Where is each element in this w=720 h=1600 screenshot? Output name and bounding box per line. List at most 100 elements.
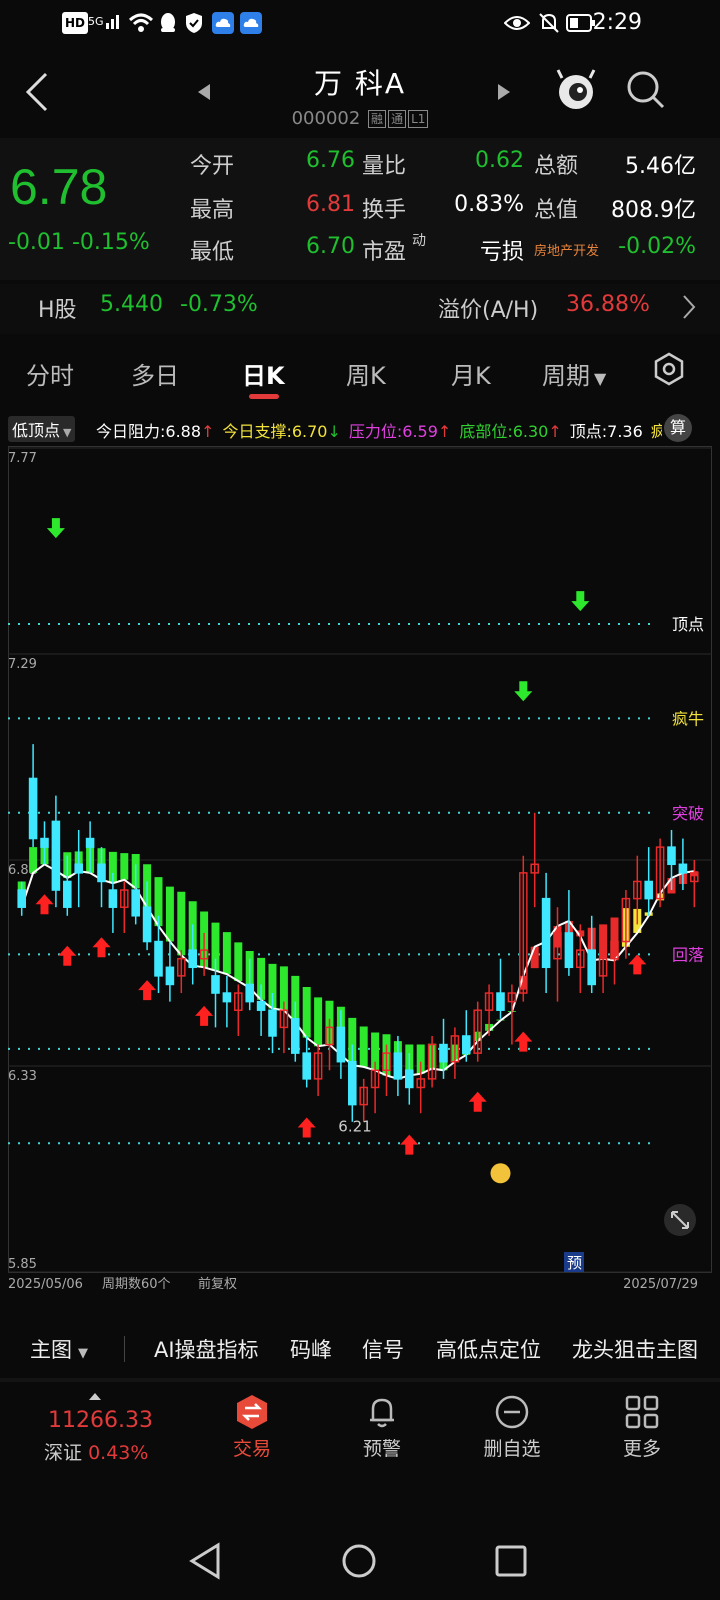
h-share-row[interactable]: H股 5.440 -0.73% 溢价(A/H) 36.88%	[0, 284, 720, 334]
toolbar-item-dragon[interactable]: 龙头狙击主图	[572, 1334, 698, 1364]
candle-body	[188, 949, 197, 969]
nav-item-alert[interactable]: 预警	[342, 1394, 422, 1461]
caret-up-icon[interactable]	[88, 1386, 102, 1405]
shield-icon	[184, 12, 204, 34]
toolbar-item-mafeng[interactable]: 码峰	[290, 1334, 332, 1364]
tab-monthly-k[interactable]: 月K	[451, 356, 491, 391]
mascot-icon[interactable]	[556, 68, 596, 116]
clock: 2:29	[592, 10, 642, 35]
caret-down-icon: ▼	[594, 369, 607, 388]
indicator-selector[interactable]: 低顶点 ▼	[8, 416, 76, 442]
caret-down-icon: ▼	[78, 1346, 88, 1361]
candle-body	[154, 940, 163, 977]
candle-body	[541, 897, 551, 969]
indicator-text: 底部位:6.30	[459, 422, 549, 441]
candle-body	[142, 906, 152, 943]
quote-panel: 6.78 -0.01 -0.15% 今开 6.76 量比 0.62 总额 5.46亿 最高 6…	[0, 138, 720, 280]
indicator-values: 今日阻力:6.88↑ 今日支撑:6.70↓ 压力位:6.59↑ 底部位:6.30↑ 顶点…	[96, 418, 662, 442]
candle-body	[256, 1000, 266, 1011]
index-name: 深证	[44, 1442, 83, 1464]
stock-code: 000002	[291, 108, 361, 129]
calc-button[interactable]: 算	[664, 414, 692, 442]
search-icon[interactable]	[626, 70, 666, 114]
tab-period-label: 周期	[542, 362, 590, 390]
connect-tag: 通	[388, 110, 407, 128]
candle-body	[28, 777, 38, 840]
indicator-selector-label: 低顶点	[12, 421, 61, 440]
candle-body	[587, 949, 596, 986]
min-price-label: 6.21	[338, 1118, 371, 1136]
candle-body	[439, 1043, 448, 1063]
system-nav-bar	[0, 1530, 720, 1600]
separator	[0, 1378, 720, 1382]
quote-value: 6.70	[306, 234, 355, 259]
quote-label: 换手	[362, 198, 407, 223]
caret-down-icon: ▼	[63, 426, 72, 439]
candle-body	[667, 846, 676, 866]
sell-arrow-icon	[46, 518, 65, 539]
battery-icon	[566, 12, 596, 34]
quote-value: 0.62	[475, 148, 524, 173]
indicator-text: 顶点:7.36	[569, 422, 643, 441]
indicator-text: 今日支撑:6.70	[222, 422, 328, 441]
chevron-right-icon[interactable]	[682, 294, 696, 326]
kline-svg[interactable]: 7.777.296.816.335.85顶点疯牛突破回落6.212025/05/…	[8, 446, 712, 1298]
level-label: 疯牛	[672, 709, 704, 728]
tab-period[interactable]: 周期 ▼	[542, 356, 606, 391]
indicator-value: 疯	[651, 422, 662, 441]
quote-value: 6.81	[306, 192, 355, 217]
quote-label: 总值	[534, 198, 579, 223]
candle-body	[63, 880, 72, 908]
tab-intraday[interactable]: 分时	[26, 356, 74, 391]
toolbar-item-ai[interactable]: AI操盘指标	[154, 1334, 259, 1364]
buy-arrow-icon	[35, 894, 54, 915]
stock-code-row: 000002 融通 L1	[0, 108, 720, 129]
tab-multi-day[interactable]: 多日	[131, 356, 179, 391]
price-change: -0.01 -0.15%	[8, 230, 150, 255]
indicator-arrow: ↑	[201, 422, 215, 441]
kline-chart[interactable]: 7.77 7.29 6.81 6.33 5.85 顶点 疯牛 突破 回落 6.21 2025/05/…	[8, 446, 712, 1298]
system-home-icon[interactable]	[340, 1542, 378, 1584]
candle-body	[40, 837, 49, 848]
grid-icon	[602, 1394, 682, 1434]
nav-item-remove-watchlist[interactable]: 删自选	[472, 1394, 552, 1461]
indicator-bar: 低顶点 ▼ 今日阻力:6.88↑ 今日支撑:6.70↓ 压力位:6.59↑ 底部位:6.…	[0, 414, 720, 444]
buy-arrow-icon	[92, 937, 111, 958]
candle-body	[131, 889, 140, 917]
premium-label: 溢价(A/H)	[438, 298, 539, 323]
indicator-arrow: ↑	[437, 422, 452, 441]
indicator-text: 压力位:6.59	[348, 422, 438, 441]
candle-body	[165, 966, 175, 986]
tab-daily-k[interactable]: 日K	[242, 356, 285, 391]
level-label: 突破	[672, 804, 704, 823]
index-pct: 0.43%	[88, 1442, 149, 1464]
hd-icon: HD	[62, 12, 89, 34]
buy-arrow-icon	[58, 945, 77, 966]
index-value[interactable]: 11266.33	[48, 1408, 153, 1433]
system-back-icon[interactable]	[188, 1542, 222, 1584]
cloud-icon	[212, 12, 234, 34]
toolbar-item-highlow[interactable]: 高低点定位	[436, 1334, 541, 1364]
nav-item-trade[interactable]: 交易	[212, 1394, 292, 1461]
quote-label: 房地产开发	[534, 244, 600, 259]
trade-label: 交易	[232, 1438, 271, 1460]
system-recents-icon[interactable]	[494, 1544, 528, 1582]
sell-arrow-icon	[514, 681, 533, 702]
quote-value: 5.46亿	[625, 154, 696, 179]
quote-label: 市盈	[362, 240, 407, 265]
toolbar-item-signal[interactable]: 信号	[362, 1334, 404, 1364]
main-chart-selector[interactable]: 主图 ▼	[30, 1334, 88, 1364]
indicator-value: 今日阻力:6.88↑	[96, 422, 214, 441]
next-stock-icon[interactable]	[496, 82, 512, 106]
end-date-label: 2025/07/29	[623, 1277, 698, 1292]
nav-item-more[interactable]: 更多	[602, 1394, 682, 1461]
quote-label: 最低	[190, 240, 235, 265]
forecast-label: 预	[567, 1254, 582, 1272]
tab-weekly-k[interactable]: 周K	[346, 356, 386, 391]
indicator-arrow: ↑	[548, 422, 562, 441]
alert-label: 预警	[362, 1438, 401, 1460]
settings-hexagon-icon[interactable]	[652, 352, 686, 392]
level-tag: L1	[408, 110, 429, 128]
candle-body	[85, 837, 95, 848]
change-value: -0.01	[8, 230, 65, 255]
